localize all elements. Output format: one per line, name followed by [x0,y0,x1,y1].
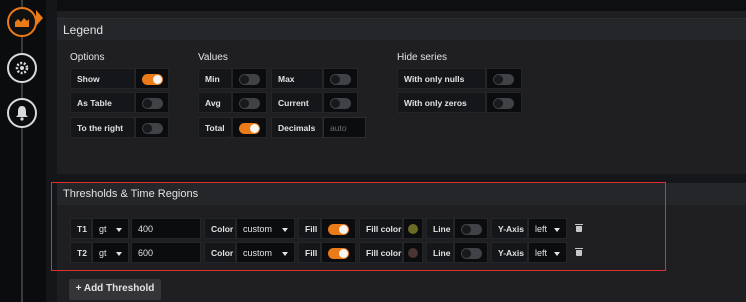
toggle-on [142,74,163,85]
legend-totheright-label: To the right [70,117,135,138]
toggle-off [239,98,260,109]
legend-min-switch[interactable] [232,68,267,89]
legend-max-label: Max [271,68,323,89]
rail-connector [21,0,23,302]
legend-totheright-switch[interactable] [135,117,169,138]
toggle-off [142,98,163,109]
options-group-title: Options [70,52,105,63]
hide-nulls-label: With only nulls [397,68,486,89]
legend-astable-label: As Table [70,92,135,113]
graph-icon [15,18,29,27]
hide-series-group-title: Hide series [397,52,448,63]
active-tab-arrow [36,10,43,26]
visualization-tab-button[interactable] [7,7,37,37]
bell-icon [16,106,28,121]
legend-title: Legend [63,23,104,37]
legend-section: Legend Options Show As Table To the righ… [57,0,746,174]
legend-max-switch[interactable] [323,68,358,89]
legend-min-label: Min [198,68,232,89]
toggle-on [239,123,260,134]
add-threshold-button[interactable]: + Add Threshold [69,279,161,300]
toggle-off [142,123,163,134]
gear-icon [15,61,29,75]
legend-current-label: Current [271,92,323,113]
hide-zeros-switch[interactable] [486,92,522,113]
hide-nulls-switch[interactable] [486,68,522,89]
legend-avg-switch[interactable] [232,92,267,113]
legend-total-label: Total [198,117,232,138]
legend-astable-switch[interactable] [135,92,169,113]
toggle-off [330,74,351,85]
editor-side-rail [0,0,46,302]
toggle-off [330,98,351,109]
legend-show-switch[interactable] [135,68,169,89]
legend-current-switch[interactable] [323,92,358,113]
general-tab-button[interactable] [7,53,37,83]
toggle-off [239,74,260,85]
legend-header: Legend [57,18,746,40]
hide-zeros-label: With only zeros [397,92,486,113]
toggle-off [493,74,514,85]
legend-total-switch[interactable] [232,117,267,138]
toggle-off [493,98,514,109]
legend-decimals-input[interactable]: auto [323,117,366,138]
legend-decimals-label: Decimals [271,117,323,138]
panel-top-edge [57,0,746,11]
values-group-title: Values [198,52,228,63]
highlight-outline [51,182,666,271]
alert-tab-button[interactable] [7,98,37,128]
legend-show-label: Show [70,68,135,89]
legend-avg-label: Avg [198,92,232,113]
